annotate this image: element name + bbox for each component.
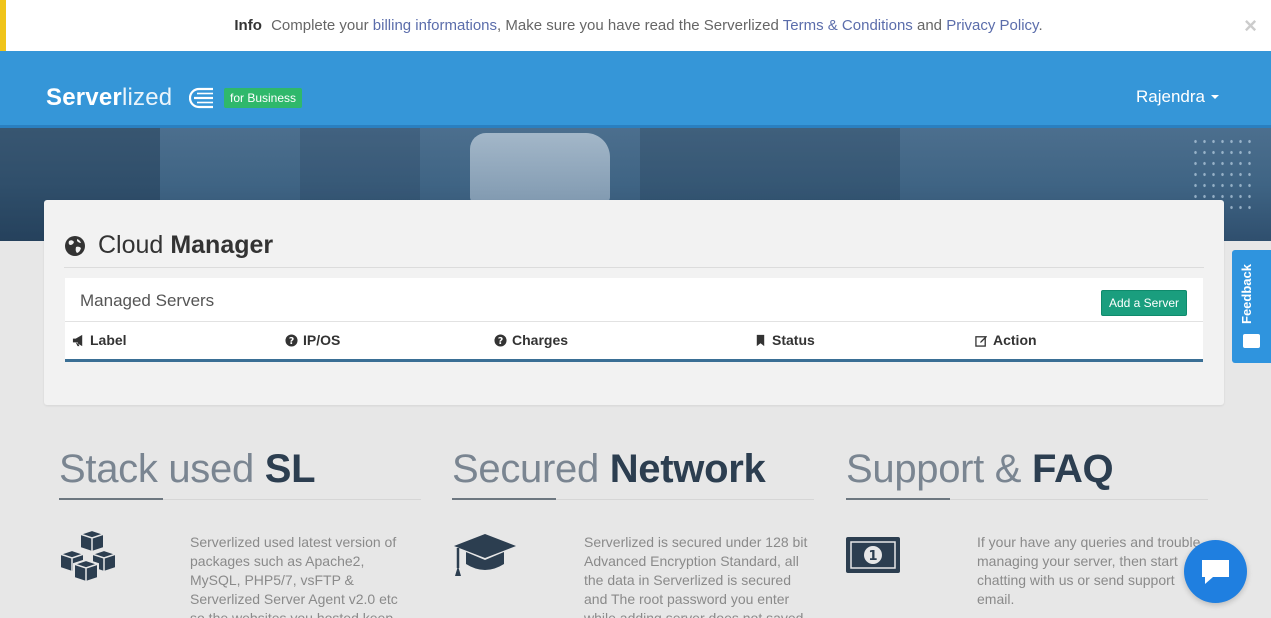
page-title: Cloud Manager — [64, 231, 273, 260]
cloud-manager-card: Cloud Manager Managed Servers Add a Serv… — [44, 200, 1224, 405]
title-bold: Manager — [170, 231, 274, 259]
feature-title-light: Stack used — [59, 447, 254, 491]
money-icon: 1 — [846, 537, 900, 573]
svg-text:?: ? — [498, 335, 503, 346]
user-name: Rajendra — [1136, 87, 1205, 106]
feature-title-network: Secured Network — [452, 447, 766, 492]
close-icon[interactable]: × — [1244, 13, 1257, 39]
logo[interactable]: Serverlized — [46, 84, 172, 112]
billing-info-link[interactable]: billing informations — [373, 17, 497, 34]
edit-icon — [975, 335, 988, 347]
feature-title-light: Secured — [452, 447, 599, 491]
column-charges-text: Charges — [512, 332, 569, 348]
managed-servers-panel: Managed Servers Add a Server Label ? IP/… — [65, 278, 1203, 362]
info-label: Info — [234, 17, 262, 34]
feature-title-stack: Stack used SL — [59, 447, 316, 492]
column-status-text: Status — [772, 332, 815, 348]
cubes-icon — [59, 530, 117, 584]
column-header-ip-os[interactable]: ? IP/OS — [285, 332, 340, 348]
bullhorn-icon — [72, 334, 83, 346]
feedback-tab[interactable]: Feedback — [1232, 250, 1271, 363]
title-divider — [64, 267, 1204, 268]
info-text-4: . — [1038, 17, 1043, 34]
chat-bubble-icon — [1202, 560, 1229, 584]
column-header-charges[interactable]: ? Charges — [494, 332, 568, 348]
info-text-2: , Make sure you have read the Serverlize… — [497, 17, 779, 34]
logo-light-text: lized — [121, 84, 173, 111]
feature-title-light: Support & — [846, 447, 1022, 491]
info-text-1: Complete your — [271, 17, 369, 34]
svg-text:?: ? — [289, 335, 294, 346]
feature-divider-accent — [452, 498, 556, 500]
info-alert: Info Complete your billing informations,… — [0, 0, 1271, 51]
column-action-text: Action — [993, 332, 1037, 348]
privacy-link[interactable]: Privacy Policy — [946, 17, 1038, 34]
info-text-3: and — [916, 17, 943, 34]
feature-text-network: Serverlized is secured under 128 bit Adv… — [584, 534, 808, 618]
add-server-button[interactable]: Add a Server — [1100, 290, 1187, 316]
feature-divider-accent — [846, 498, 950, 500]
column-header-status[interactable]: Status — [754, 332, 815, 348]
feature-title-support: Support & FAQ — [846, 447, 1114, 492]
column-label-text: Label — [90, 332, 127, 348]
feature-title-bold: Network — [609, 447, 766, 491]
feature-text-support: If your have any queries and trouble man… — [977, 534, 1201, 607]
column-header-action[interactable]: Action — [975, 332, 1037, 348]
feature-title-bold: SL — [264, 447, 316, 491]
panel-header: Managed Servers Add a Server — [65, 278, 1203, 322]
question-circle-icon: ? — [494, 333, 507, 346]
panel-title: Managed Servers — [80, 291, 215, 310]
column-header-label[interactable]: Label — [72, 332, 127, 348]
feature-divider-accent — [59, 498, 163, 500]
graduation-cap-icon — [454, 534, 516, 576]
hero-car — [470, 133, 610, 203]
logo-bold-text: Server — [46, 84, 122, 111]
chat-launcher-button[interactable] — [1184, 540, 1247, 603]
caret-down-icon — [1211, 95, 1219, 99]
column-ip-os-text: IP/OS — [303, 332, 341, 348]
feature-text-stack: Serverlized used latest version of packa… — [190, 534, 398, 618]
question-circle-icon: ? — [285, 333, 298, 346]
bookmark-icon — [756, 334, 765, 346]
feedback-label: Feedback — [1239, 264, 1254, 324]
feature-title-bold: FAQ — [1032, 447, 1114, 491]
terms-link[interactable]: Terms & Conditions — [783, 17, 913, 34]
smiley-icon — [1243, 334, 1260, 348]
title-light: Cloud — [98, 231, 164, 259]
top-navbar: Serverlized for Business Rajendra — [0, 51, 1271, 125]
user-menu-dropdown[interactable]: Rajendra — [1136, 87, 1219, 107]
svg-text:1: 1 — [868, 549, 877, 564]
logo-mark-icon — [189, 87, 213, 109]
business-badge: for Business — [224, 88, 303, 108]
globe-icon — [65, 235, 85, 256]
